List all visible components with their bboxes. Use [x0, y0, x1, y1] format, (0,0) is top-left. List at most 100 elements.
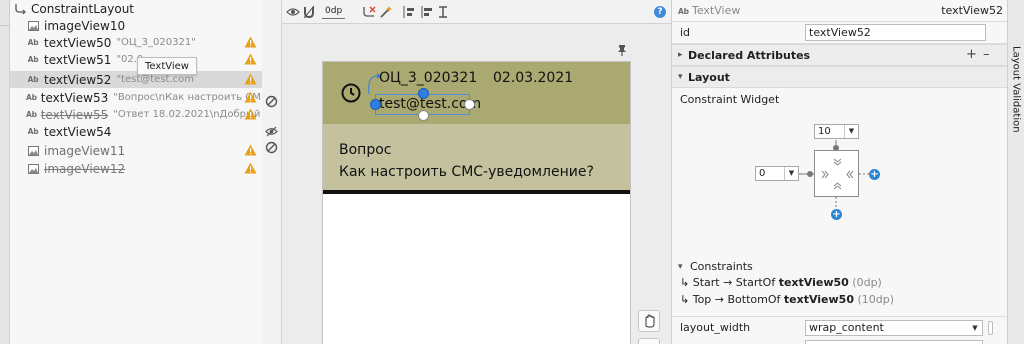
attributes-type-label: TextView: [692, 4, 741, 17]
constraint-row[interactable]: ↳ Start → StartOf textView50 (0dp): [680, 276, 882, 289]
chevron-down-icon[interactable]: ▾: [678, 262, 683, 272]
text-view-icon: Ab: [27, 127, 39, 136]
left-tool-tab[interactable]: [0, 0, 9, 26]
pin-icon[interactable]: [617, 44, 627, 56]
chevron-right-icon: ▸: [678, 50, 683, 60]
eye-icon[interactable]: [286, 5, 300, 19]
tree-root-row[interactable]: ConstraintLayout: [10, 0, 262, 17]
layout-height-dropdown[interactable]: [805, 340, 983, 344]
layout-validation-tab[interactable]: Layout Validation: [1008, 0, 1024, 178]
constraint-target: textView50: [783, 293, 854, 306]
chevron-down-icon: ▼: [972, 324, 978, 332]
tree-item[interactable]: Ab textView50 "ОЦ_3_020321": [10, 34, 262, 51]
id-row: id textView52: [672, 22, 1008, 44]
tree-item-name: textView55: [40, 107, 109, 122]
constraint-row[interactable]: ↳ Top → BottomOf textView50 (10dp): [680, 293, 894, 306]
add-end-constraint-button[interactable]: +: [869, 169, 880, 180]
tree-item-name: textView52: [44, 72, 112, 87]
guidelines-icon[interactable]: [438, 5, 452, 19]
clock-icon[interactable]: [340, 82, 362, 104]
pack-icon[interactable]: [402, 5, 416, 19]
id-label: id: [680, 26, 691, 39]
tree-item[interactable]: imageView11: [10, 142, 262, 159]
remove-attribute-icon[interactable]: –: [983, 47, 990, 62]
tree-item[interactable]: imageView12: [10, 160, 262, 177]
layout-width-row: layout_width wrap_content ▼: [672, 316, 1008, 338]
preview-question-label[interactable]: Вопрос: [339, 142, 391, 158]
clear-constraints-icon[interactable]: [362, 5, 376, 19]
tree-item-name: textView50: [44, 35, 112, 50]
tree-item-attr: "ОЦ_3_020321": [116, 37, 196, 48]
magnet-icon[interactable]: [302, 5, 316, 19]
magic-wand-icon[interactable]: [379, 5, 393, 19]
constraint-margin: (10dp): [857, 293, 895, 306]
text-view-icon: Ab: [27, 38, 39, 47]
left-tool-tab-bottom[interactable]: [0, 322, 9, 344]
gone-icon[interactable]: [265, 95, 278, 108]
warning-icon[interactable]: [244, 108, 257, 120]
text-view-icon: Ab: [26, 93, 37, 102]
image-icon: [26, 144, 40, 158]
pan-button[interactable]: [638, 310, 660, 332]
tree-item-selected[interactable]: Ab textView52 "test@test.com: [10, 71, 262, 88]
tree-item-name: textView53: [40, 90, 109, 105]
warning-icon[interactable]: [244, 36, 257, 48]
bottom-anchor-handle[interactable]: [418, 110, 429, 121]
tree-item-name: imageView10: [44, 18, 126, 33]
zoom-button[interactable]: [638, 338, 660, 344]
chevron-down-icon: ▾: [678, 72, 683, 82]
attributes-panel: Ab TextView textView52 id textView52 ▸ D…: [671, 0, 1008, 344]
constraints-title: Constraints: [690, 260, 753, 273]
left-tool-strip: [0, 0, 10, 344]
tree-item[interactable]: Ab textView55 "Ответ 18.02.2021\nДобрый …: [10, 106, 273, 123]
tree-item[interactable]: Ab textView51 "02.0: [10, 51, 262, 68]
layout-height-row: [672, 338, 1008, 344]
start-anchor-handle[interactable]: [370, 99, 381, 110]
default-margin-dropdown[interactable]: 0dp: [322, 4, 346, 19]
preview-code-text[interactable]: ОЦ_3_020321: [379, 70, 477, 86]
tree-item[interactable]: Ab textView54: [10, 123, 262, 140]
preview-question-text[interactable]: Как настроить СМС-уведомление?: [339, 164, 594, 180]
tree-root-label: ConstraintLayout: [31, 1, 135, 16]
align-icon[interactable]: [420, 5, 434, 19]
tree-item[interactable]: imageView10: [10, 17, 262, 34]
layout-width-dropdown[interactable]: wrap_content ▼: [805, 320, 983, 336]
tree-item[interactable]: Ab textView53 "Вопрос\nКак настроить СМ.…: [10, 89, 270, 106]
layout-width-resource-button[interactable]: [988, 321, 993, 335]
warning-icon[interactable]: [244, 53, 257, 65]
id-input[interactable]: textView52: [805, 24, 986, 41]
layout-section[interactable]: ▾ Layout: [672, 66, 1008, 88]
image-icon: [26, 19, 40, 33]
warning-icon[interactable]: [244, 91, 257, 103]
tooltip: TextView: [137, 57, 197, 75]
constraint-widget-arrows: [821, 158, 854, 190]
constraint-widget: 10 ▼ 0 ▼ + +: [752, 122, 882, 222]
warning-icon[interactable]: [244, 73, 257, 85]
top-anchor-handle[interactable]: [418, 88, 429, 99]
visibility-gutter: [262, 0, 282, 344]
hand-icon: [645, 314, 655, 328]
warning-icon[interactable]: [244, 162, 257, 174]
constraint-icon: ↳: [680, 276, 690, 289]
gone-icon[interactable]: [265, 141, 278, 154]
design-canvas[interactable]: ОЦ_3_020321 02.03.2021 test@test.com Воп…: [282, 24, 671, 344]
add-bottom-constraint-button[interactable]: +: [831, 209, 842, 220]
layout-title: Layout: [688, 71, 730, 84]
layout-width-label: layout_width: [680, 321, 751, 334]
design-toolbar: 0dp ?: [282, 0, 671, 24]
declared-attributes-section[interactable]: ▸ Declared Attributes + –: [672, 44, 1008, 66]
attributes-header: Ab TextView textView52: [672, 0, 1008, 22]
end-anchor-handle[interactable]: [464, 99, 475, 110]
tree-item-name: imageView11: [44, 143, 126, 158]
help-icon[interactable]: ?: [654, 6, 666, 18]
preview-date-text[interactable]: 02.03.2021: [493, 70, 573, 86]
layout-width-value: wrap_content: [809, 321, 884, 334]
warning-icon[interactable]: [244, 144, 257, 156]
add-attribute-icon[interactable]: +: [966, 47, 977, 62]
text-view-icon: Ab: [27, 55, 39, 64]
tree-item-attr: "test@test.com: [116, 74, 194, 85]
constraint-widget-title: Constraint Widget: [680, 93, 780, 106]
eye-hidden-icon[interactable]: [265, 125, 278, 138]
constraint-margin: (0dp): [852, 276, 882, 289]
image-icon: [26, 162, 40, 176]
